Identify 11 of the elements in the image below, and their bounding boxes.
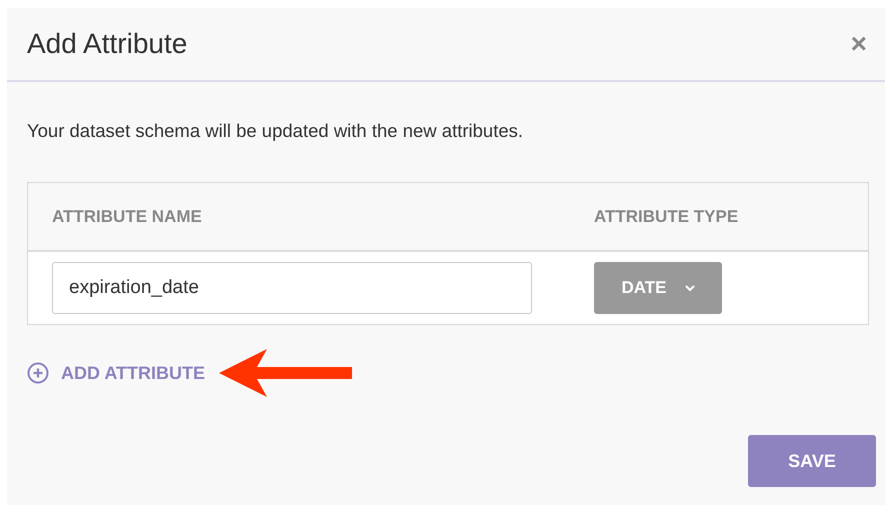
attribute-type-dropdown[interactable]: DATE — [594, 262, 722, 314]
save-button[interactable]: SAVE — [748, 435, 876, 487]
close-button[interactable]: × — [846, 28, 871, 60]
plus-circle-icon — [27, 362, 49, 384]
column-header: ATTRIBUTE TYPE — [594, 206, 740, 226]
attribute-name-field[interactable]: expiration_date — [52, 262, 532, 314]
chevron-down-icon — [684, 284, 694, 292]
column-header: ATTRIBUTE NAME — [51, 206, 203, 226]
description-text: Your dataset schema will be updated with the new attributes. — [27, 120, 524, 142]
add-attribute-button[interactable]: ADD ATTRIBUTE — [27, 362, 205, 384]
dialog-title: Add Attribute — [27, 28, 188, 60]
